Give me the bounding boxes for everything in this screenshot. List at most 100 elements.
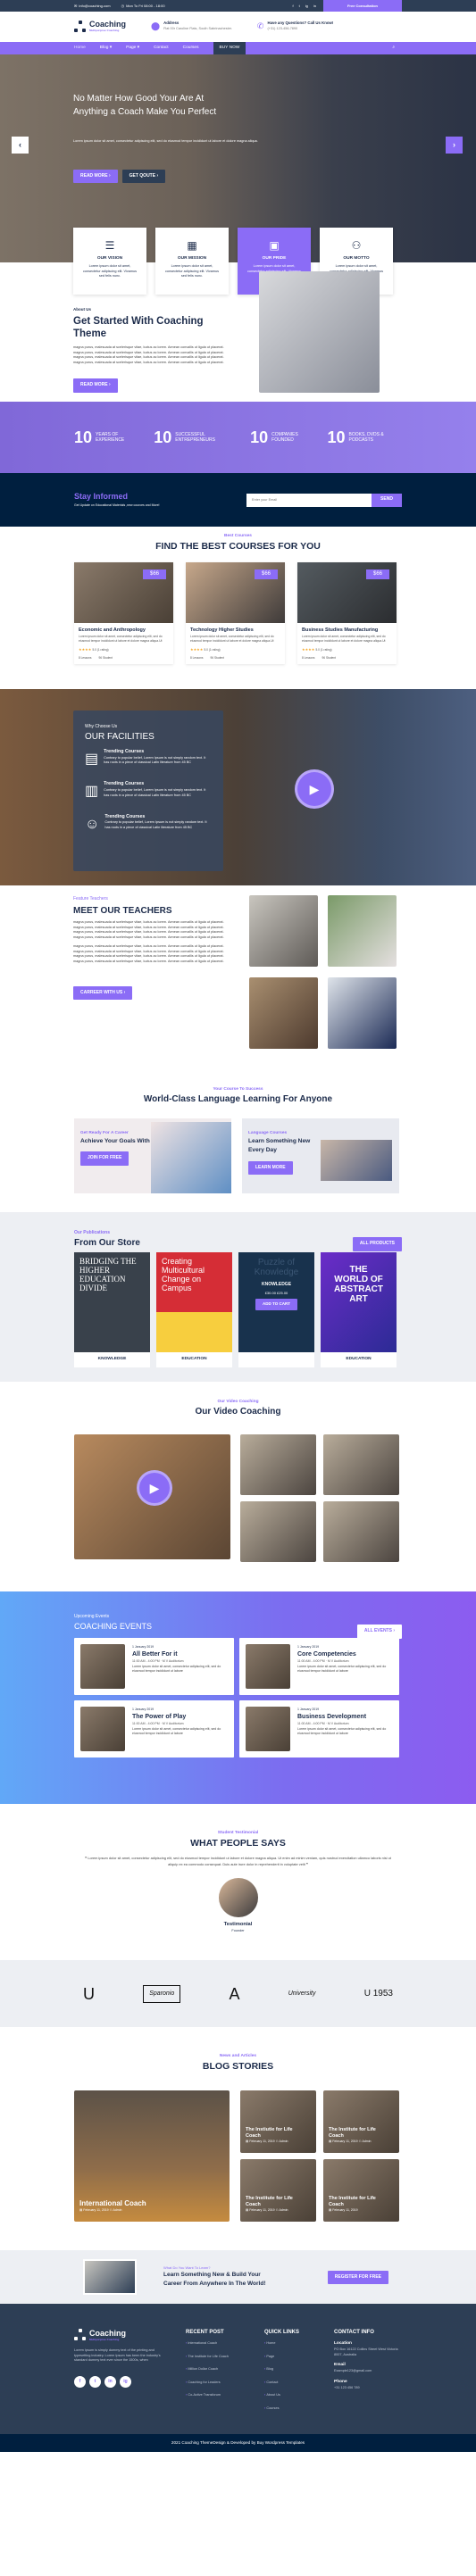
book-card[interactable]: THE WORLD OF ABSTRACT ART EDUCATION [321, 1252, 397, 1368]
testimonial-section: Student Testimonial WHAT PEOPLE SAYS ❝ Lo… [74, 1804, 402, 1960]
linkedin-icon[interactable]: in [313, 4, 316, 9]
store-section: Our Publications From Our Store ALL PROD… [0, 1212, 476, 1383]
nav-page[interactable]: Page ▾ [126, 46, 139, 52]
free-consultation-button[interactable]: Free Consultation [323, 0, 402, 12]
footer-link[interactable]: About Us [264, 2393, 334, 2398]
search-icon[interactable]: ⌕ [392, 46, 395, 52]
footer-link[interactable]: Coaching for Leaders [186, 2381, 264, 2386]
book-card[interactable]: Creating Multicultural Change on Campus E… [156, 1252, 232, 1368]
language-promo-card: Language Courses Learn Something New Ever… [242, 1118, 399, 1193]
teacher-photo[interactable] [249, 895, 318, 968]
teacher-icon: ☺ [85, 816, 100, 832]
lessons-count: 8 Lessons [190, 655, 204, 660]
logo-icon [74, 2329, 87, 2341]
facebook-icon[interactable]: f [293, 4, 294, 9]
main-video[interactable]: ▶ [74, 1433, 230, 1559]
hero-text: Lorem ipsum dolor sit amet, consectetur … [73, 139, 258, 143]
add-to-cart-button[interactable]: ADD TO CART [255, 1299, 297, 1311]
footer-link[interactable]: Co-Active Transforum [186, 2393, 264, 2398]
about-image [259, 271, 380, 393]
laptop-video-image[interactable] [321, 1139, 392, 1181]
get-quote-button[interactable]: GET QOUTE › [121, 170, 166, 184]
blog-post-featured[interactable]: International Coach ▤ February 11, 2019 ⚇… [74, 2090, 230, 2222]
join-free-button[interactable]: JOIN FOR FREE [80, 1151, 129, 1166]
blog-post[interactable]: The Institute for Life Coach ▤ February 1… [323, 2090, 399, 2153]
teachers-section: Feature Teachers MEET OUR TEACHERS magna… [0, 885, 476, 1069]
nav-home[interactable]: Home [74, 46, 86, 52]
video-thumbnail[interactable] [240, 1500, 316, 1562]
video-thumbnail[interactable] [323, 1500, 399, 1562]
buy-now-button[interactable]: BUY NOW [213, 42, 246, 54]
blog-post[interactable]: The Institute for Life Coach ▤ February 1… [323, 2158, 399, 2222]
teacher-photo[interactable] [328, 977, 397, 1050]
facebook-icon[interactable]: f [74, 2375, 86, 2388]
footer-link[interactable]: International Coach [186, 2341, 264, 2347]
nav-blog[interactable]: Blog ▾ [100, 46, 112, 52]
facilities-panel: Why Choose Us OUR FACILITIES ▤ Trending C… [73, 710, 223, 872]
event-card[interactable]: 1 January 2019 The Power of Play 11:00 AM … [74, 1699, 234, 1757]
footer-logo[interactable]: Coaching Multipurpose Coaching [74, 2329, 186, 2341]
top-bar: ✉ info@coaching.com ◷ Mon To Fri 08:00 - 1… [0, 0, 476, 12]
nav-contact[interactable]: Contact [154, 46, 169, 52]
event-image [246, 1643, 290, 1689]
footer-link[interactable]: Blog [264, 2367, 334, 2372]
email-input[interactable] [246, 493, 372, 507]
instagram-icon[interactable]: ig [120, 2375, 131, 2388]
event-card[interactable]: 1 January 2019 Core Competencies 11:00 AM … [239, 1637, 399, 1695]
monitor-icon: ▣ [269, 239, 280, 252]
blog-post[interactable]: The Institute for Life Coach ▤ February 1… [240, 2158, 316, 2222]
course-card[interactable]: $66 Economic and Anthropology Lorem ipsum … [74, 562, 173, 665]
teacher-photo[interactable] [328, 895, 397, 968]
instagram-icon[interactable]: ig [305, 4, 308, 9]
open-book-icon: ▥ [85, 784, 99, 800]
all-products-button[interactable]: ALL PRODUCTS [352, 1237, 402, 1251]
twitter-icon[interactable]: t [89, 2375, 101, 2388]
play-icon: ▶ [309, 782, 320, 797]
career-button[interactable]: CARREER WITH US › [73, 986, 133, 1001]
newsletter-section: Stay Informed Get Update on Educational M… [0, 473, 476, 527]
chevron-left-icon: ‹ [19, 139, 21, 149]
event-card[interactable]: 1 January 2019 All Better For it 11:00 AM … [74, 1637, 234, 1695]
footer-link[interactable]: Million Dollar Coach [186, 2367, 264, 2372]
book-card-hover[interactable]: Puzzle of Knowledge KNOWLEDGE £30.00 £25.0… [238, 1252, 314, 1368]
event-image [246, 1706, 290, 1751]
register-free-button[interactable]: REGISTER FOR FREE [327, 2270, 388, 2285]
read-more-button[interactable]: READ MORE › [73, 170, 118, 184]
partner-logos: U Sparonio A University U 1953 [0, 1960, 476, 2028]
book-card[interactable]: BRIDGING THE HIGHER EDUCATION DIVIDE KNOW… [74, 1252, 150, 1368]
footer-link[interactable]: Contact [264, 2381, 334, 2386]
linkedin-icon[interactable]: in [104, 2375, 116, 2388]
course-card[interactable]: $66 Technology Higher Studies Lorem ipsum … [186, 562, 285, 665]
course-card[interactable]: $66 Business Studies Manufacturing Lorem i… [297, 562, 397, 665]
all-events-button[interactable]: ALL EVENTS › [356, 1625, 402, 1639]
play-icon: ▶ [149, 1480, 160, 1495]
send-button[interactable]: SEND [372, 493, 402, 507]
footer-link[interactable]: Home [264, 2341, 334, 2347]
video-thumbnail[interactable] [323, 1433, 399, 1495]
about-read-more-button[interactable]: READ MORE › [73, 378, 118, 393]
laptop-video-image[interactable] [83, 2259, 137, 2296]
play-video-button[interactable]: ▶ [137, 1469, 172, 1506]
logo[interactable]: Coaching Multipurpose Coaching [74, 21, 126, 33]
u-1953-logo: U 1953 [363, 1988, 393, 1998]
nav-courses[interactable]: Courses [183, 46, 199, 52]
map-pin-icon: ⬤ [151, 21, 161, 31]
learn-more-button[interactable]: LEARN MORE [248, 1160, 293, 1176]
logo-icon [74, 21, 87, 33]
video-thumbnail[interactable] [240, 1433, 316, 1495]
event-card[interactable]: 1 January 2019 Business Development 11:00 … [239, 1699, 399, 1757]
footer-link[interactable]: Courses [264, 2406, 334, 2412]
play-video-button[interactable]: ▶ [295, 769, 334, 810]
footer: Coaching Multipurpose Coaching Lorem Ipsu… [0, 2304, 476, 2435]
twitter-icon[interactable]: t [299, 4, 300, 9]
footer-email-link[interactable]: Example123@gmail.com [334, 2369, 402, 2374]
teacher-photo[interactable] [249, 977, 318, 1050]
stat-item: 10 BOOKS, DVDS & PODCASTS [327, 428, 384, 446]
footer-link[interactable]: The Institute for Life Coach [186, 2355, 264, 2360]
blog-post[interactable]: The Instiutie for Life Coach ▤ February 1… [240, 2090, 316, 2153]
email-info[interactable]: ✉ info@coaching.com [74, 4, 111, 9]
footer-link[interactable]: Page [264, 2355, 334, 2360]
slider-next-button[interactable]: › [446, 137, 463, 154]
cta-section: What Do You Want To Learn? Learn Somethin… [0, 2250, 476, 2305]
slider-prev-button[interactable]: ‹ [12, 137, 29, 154]
